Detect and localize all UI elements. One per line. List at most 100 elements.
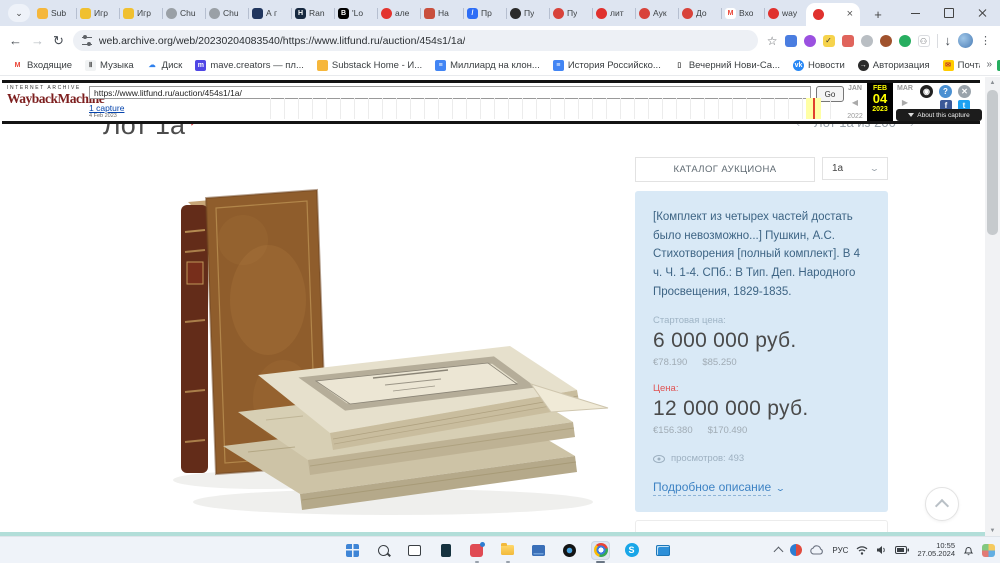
scrollbar-thumb[interactable] <box>987 90 998 235</box>
bookmark-item[interactable]: Ⅱ Музыка <box>85 60 134 71</box>
profile-avatar[interactable] <box>958 33 973 48</box>
tray-clock[interactable]: 10:55 27.05.2024 <box>917 542 955 559</box>
outlook-button[interactable] <box>529 541 548 560</box>
bookmark-item[interactable]: m mave.creators — пл... <box>195 60 304 71</box>
browser-tab[interactable]: Пу <box>550 0 593 26</box>
browser-tab[interactable]: Chu <box>163 0 206 26</box>
address-bar[interactable]: web.archive.org/web/20230204083540/https… <box>73 30 758 51</box>
price-label: Цена: <box>653 383 870 394</box>
back-button[interactable]: ← <box>9 33 22 48</box>
minimize-button[interactable] <box>898 0 932 26</box>
extension-brown-icon[interactable] <box>880 35 892 47</box>
prev-capture-arrow[interactable]: ◀ <box>843 98 867 107</box>
close-button[interactable] <box>966 0 1000 26</box>
screen-share-app-button[interactable] <box>653 541 672 560</box>
url-text[interactable]: web.archive.org/web/20230204083540/https… <box>99 35 466 47</box>
tray-chevron-up-icon[interactable] <box>774 546 784 556</box>
auction-catalog-button[interactable]: КАТАЛОГ АУКЦИОНА <box>635 157 815 182</box>
browser-tab[interactable]: B 'Lo <box>335 0 378 26</box>
terminal-app-button[interactable] <box>436 541 455 560</box>
close-toolbar-icon[interactable]: ✕ <box>958 85 971 98</box>
skype-button[interactable]: S <box>622 541 641 560</box>
extension-chat-icon[interactable] <box>785 35 797 47</box>
browser-tab[interactable]: До <box>679 0 722 26</box>
browser-tab[interactable]: Игр <box>120 0 163 26</box>
forward-button[interactable]: → <box>31 33 44 48</box>
bookmarks-overflow-chevron[interactable]: » <box>980 59 992 70</box>
tab-title: але <box>395 8 409 18</box>
chrome-button[interactable] <box>591 541 610 560</box>
start-button[interactable] <box>343 541 362 560</box>
camera-app-button[interactable] <box>560 541 579 560</box>
extension-purple-icon[interactable] <box>804 35 816 47</box>
tab-search-button[interactable]: ⌄ <box>8 4 30 22</box>
active-tab[interactable]: × <box>806 3 860 26</box>
next-capture-arrow[interactable]: ▶ <box>893 98 917 107</box>
bookmark-item[interactable]: ▯ Вечерний Нови-Са... <box>674 60 780 71</box>
scrollbar-up-arrow[interactable]: ▲ <box>985 77 1000 89</box>
bookmark-label: История Российско... <box>568 60 661 71</box>
capture-timeline[interactable] <box>270 98 840 119</box>
maximize-button[interactable] <box>932 0 966 26</box>
browser-tab[interactable]: Игр <box>77 0 120 26</box>
browser-tab[interactable]: way <box>765 0 808 26</box>
bookmark-item[interactable]: Substack Home - И... <box>317 60 422 71</box>
site-info-icon[interactable] <box>82 37 92 45</box>
captures-link[interactable]: 1 capture <box>89 103 124 113</box>
bookmark-item[interactable]: ☁ Диск <box>147 60 183 71</box>
extension-pin-red-icon[interactable] <box>842 35 854 47</box>
dark-circle-app-icon <box>563 544 576 557</box>
lot-photo[interactable] <box>103 150 620 534</box>
browser-tab[interactable]: Chu <box>206 0 249 26</box>
bookmark-item[interactable]: → Авторизация <box>858 60 930 71</box>
reload-button[interactable]: ↻ <box>53 33 64 49</box>
bookmark-item[interactable]: ≡ Миллиард на клон... <box>435 60 540 71</box>
details-link[interactable]: Подробное описание ⌄ <box>653 480 870 496</box>
scroll-to-top-button[interactable] <box>925 487 959 521</box>
downloads-icon[interactable]: ↓ <box>945 33 952 48</box>
wifi-icon[interactable] <box>856 545 868 555</box>
extension-green-icon[interactable] <box>899 35 911 47</box>
browser-tab[interactable]: лит <box>593 0 636 26</box>
task-view-button[interactable] <box>405 541 424 560</box>
lot-number-select[interactable]: 1а ⌄ <box>822 157 888 180</box>
extension-gray-icon[interactable] <box>861 35 873 47</box>
browser-tab[interactable]: H Ran <box>292 0 335 26</box>
browser-menu-icon[interactable]: ⋮ <box>980 34 991 47</box>
browser-tab[interactable]: Аук <box>636 0 679 26</box>
bookmark-star-icon[interactable]: ☆ <box>767 34 778 48</box>
pinned-red-app-button[interactable] <box>467 541 486 560</box>
battery-icon[interactable] <box>895 546 909 554</box>
help-icon[interactable]: ? <box>939 85 952 98</box>
notifications-bell-icon[interactable] <box>963 545 974 556</box>
file-explorer-button[interactable] <box>498 541 517 560</box>
tray-app-icon[interactable] <box>790 544 802 556</box>
profile-icon[interactable]: ◉ <box>920 85 933 98</box>
bookmark-item[interactable]: ✉ Почта <box>943 60 984 71</box>
browser-tab[interactable]: А г <box>249 0 292 26</box>
keyboard-language[interactable]: РУС <box>832 546 848 555</box>
page-scrollbar[interactable]: ▲ ▼ <box>985 77 1000 537</box>
browser-tab[interactable]: M Вхо <box>722 0 765 26</box>
widgets-icon[interactable] <box>982 544 995 557</box>
browser-tab[interactable]: Пу <box>507 0 550 26</box>
bookmark-item[interactable]: vk Новости <box>793 60 845 71</box>
browser-tab[interactable]: Sub <box>34 0 77 26</box>
wayback-logo[interactable]: INTERNET ARCHIVE WaybackMachine <box>7 85 87 106</box>
speaker-icon[interactable] <box>876 545 887 555</box>
details-link-label[interactable]: Подробное описание <box>653 480 771 496</box>
tab-close-icon[interactable]: × <box>847 9 853 20</box>
browser-tab[interactable]: / Пр <box>464 0 507 26</box>
onedrive-cloud-icon[interactable] <box>810 545 824 555</box>
bookmark-item[interactable]: ≡ История Российско... <box>553 60 661 71</box>
about-this-capture-button[interactable]: About this capture <box>896 109 982 121</box>
toolbar-divider <box>937 34 938 48</box>
bookmark-item[interactable]: M Входящие <box>12 60 72 71</box>
browser-tab[interactable]: На <box>421 0 464 26</box>
extensions-puzzle-icon[interactable]: ⚇ <box>918 35 930 47</box>
browser-tab[interactable]: але <box>378 0 421 26</box>
search-button[interactable] <box>374 541 393 560</box>
current-capture-block[interactable]: FEB 04 2023 <box>867 83 893 121</box>
extension-notes-icon[interactable]: ✓ <box>823 35 835 47</box>
new-tab-button[interactable]: + <box>868 4 888 24</box>
